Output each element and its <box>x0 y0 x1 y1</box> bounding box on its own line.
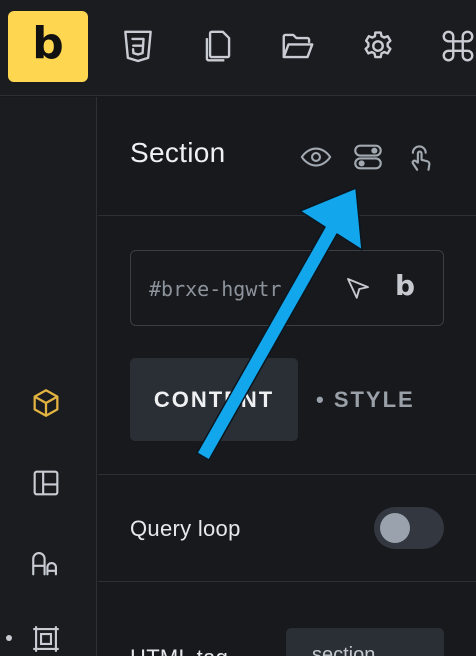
box-icon[interactable] <box>26 383 66 423</box>
html-tag-select[interactable]: section <box>286 628 444 656</box>
touch-pointer-icon[interactable] <box>400 137 440 177</box>
open-folder-icon[interactable] <box>278 26 318 66</box>
bricks-logo-button[interactable]: b <box>8 11 88 82</box>
command-key-icon[interactable] <box>438 26 476 66</box>
pointer-arrow-icon[interactable] <box>339 270 377 308</box>
left-sidebar <box>0 97 97 656</box>
toggle-rows-icon[interactable] <box>348 137 388 177</box>
element-panel: Section #brxe-hgwtr b CONTENT • STYLE Qu… <box>98 97 476 656</box>
element-id-field[interactable]: #brxe-hgwtr b <box>130 250 444 326</box>
element-id-value[interactable]: #brxe-hgwtr <box>149 277 305 301</box>
css3-icon[interactable] <box>118 26 158 66</box>
panel-title: Section <box>130 137 226 168</box>
query-loop-toggle[interactable] <box>374 507 444 549</box>
frame-icon[interactable] <box>26 619 66 656</box>
typography-icon[interactable] <box>26 543 66 583</box>
controls-divider <box>98 581 476 582</box>
copy-pages-icon[interactable] <box>198 26 238 66</box>
settings-gear-icon[interactable] <box>358 26 398 66</box>
tab-style[interactable]: • STYLE <box>316 387 415 413</box>
bricks-b-icon[interactable]: b <box>395 269 415 302</box>
toggle-knob <box>380 513 410 543</box>
active-indicator-dot <box>6 635 12 641</box>
eye-icon[interactable] <box>296 137 336 177</box>
header-divider <box>98 215 476 216</box>
tabs-divider <box>98 474 476 475</box>
query-loop-label: Query loop <box>130 516 241 541</box>
layout-icon[interactable] <box>26 463 66 503</box>
html-tag-label: HTML tag <box>130 645 228 656</box>
tab-content[interactable]: CONTENT <box>130 358 298 441</box>
top-toolbar: b <box>0 0 476 96</box>
